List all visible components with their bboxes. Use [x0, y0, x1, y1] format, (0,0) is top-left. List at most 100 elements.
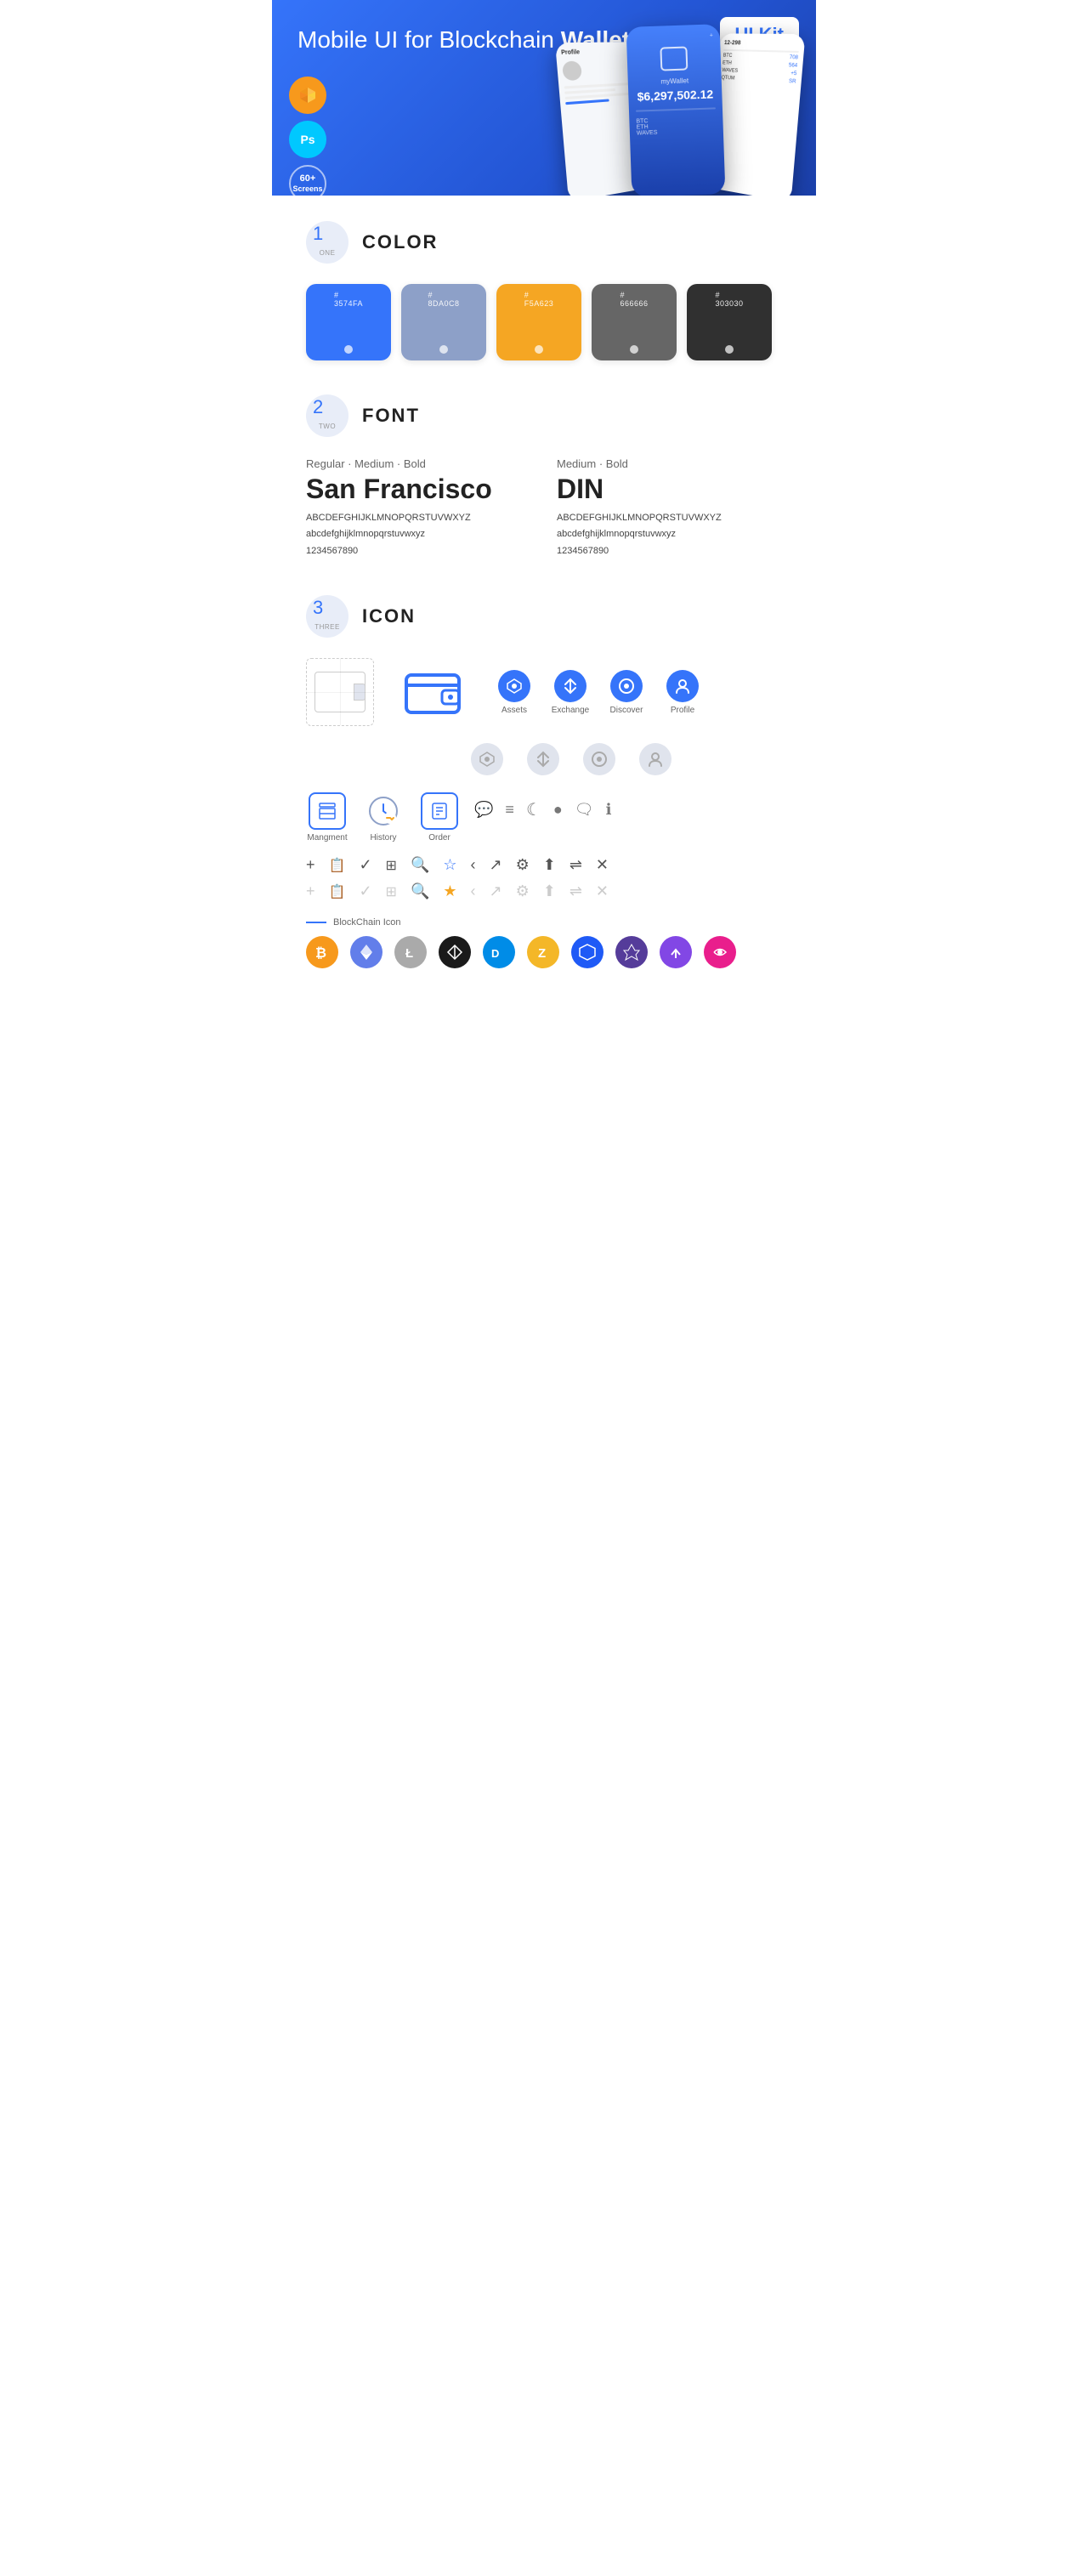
qr-icon: ⊞: [386, 857, 397, 874]
blockchain-line: [306, 922, 326, 923]
font-sf-name: San Francisco: [306, 474, 531, 505]
assets-icon-gray: [471, 743, 503, 775]
icon-discover: Discover: [605, 670, 648, 715]
swatch-dot: [725, 345, 734, 354]
settings-icon: ⚙: [516, 856, 530, 874]
svg-text:D: D: [491, 947, 499, 960]
swatch-hex: #3574FA: [334, 291, 363, 308]
svg-text:Ł: Ł: [405, 946, 413, 961]
icon-construction-row: Assets Exchange Discover: [306, 658, 782, 726]
ps-badge: Ps: [289, 121, 326, 158]
main-content: 1 ONE COLOR #3574FA #8DA0C8 #F5A: [272, 196, 816, 1028]
chat2-icon: 🗨: [575, 801, 594, 819]
section-number-word: TWO: [319, 423, 336, 430]
color-section: 1 ONE COLOR #3574FA #8DA0C8 #F5A: [306, 221, 782, 360]
section-number-1: 1 ONE: [306, 221, 348, 264]
close-icon-gray: ✕: [596, 882, 609, 900]
font-din-lower: abcdefghijklmnopqrstuvwxyz: [557, 528, 782, 541]
discover-icon: [610, 670, 643, 702]
star-icon-filled: ★: [443, 882, 456, 900]
phone-mockups: Profile + myWallet $6,297,502.12 BTC ETH…: [561, 26, 799, 196]
close-icon: ✕: [596, 856, 609, 874]
icon-assets: Assets: [493, 670, 536, 715]
order-label: Order: [428, 833, 450, 843]
screens-badge: 60+Screens: [289, 165, 326, 196]
circle-icon: ●: [553, 801, 563, 819]
unknown-crypto-icon: [704, 936, 736, 968]
color-section-title: COLOR: [362, 231, 438, 253]
augur-icon: [615, 936, 648, 968]
discover-icon-gray: [583, 743, 615, 775]
settings-icon-gray: ⚙: [516, 882, 530, 900]
wing-icon: [439, 936, 471, 968]
blockchain-label-text: BlockChain Icon: [333, 917, 401, 928]
svg-text:₿: ₿: [315, 945, 326, 961]
profile-icon: [666, 670, 699, 702]
matic-icon: [660, 936, 692, 968]
wallet-icon-sketch-outer: [306, 658, 374, 726]
font-din: Medium · Bold DIN ABCDEFGHIJKLMNOPQRSTUV…: [557, 457, 782, 561]
order-icon: [421, 792, 458, 830]
swatch-dark-gray: #666666: [592, 284, 677, 360]
share-icon: ↗: [490, 856, 502, 874]
gray-nav-icons: [306, 743, 782, 775]
svg-text:Z: Z: [538, 946, 546, 961]
font-din-style: Medium · Bold: [557, 457, 782, 470]
icon-profile: Profile: [661, 670, 704, 715]
swatch-black: #303030: [687, 284, 772, 360]
list-icon: 📋: [329, 857, 346, 874]
swatch-hex: #F5A623: [524, 291, 554, 308]
swatch-gray-blue: #8DA0C8: [401, 284, 486, 360]
tool-icons-row-gray: + 📋 ✓ ⊞ 🔍 ★ ‹ ↗ ⚙ ⬆ ⇌ ✕: [306, 882, 782, 900]
font-sf-style: Regular · Medium · Bold: [306, 457, 531, 470]
crypto-icons-row: ₿ Ł D Z: [306, 936, 782, 968]
chevron-left-icon-gray: ‹: [471, 882, 476, 900]
btc-icon: ₿: [306, 936, 338, 968]
font-grid: Regular · Medium · Bold San Francisco AB…: [306, 457, 782, 561]
icon-section: 3 THREE ICON: [306, 595, 782, 968]
font-section-title: FONT: [362, 405, 420, 427]
icon-order: Order: [418, 792, 461, 843]
wallet-icon-blue: [405, 668, 462, 716]
exchange-icon: [554, 670, 586, 702]
plus-icon-gray: +: [306, 882, 315, 900]
font-sf-lower: abcdefghijklmnopqrstuvwxyz: [306, 528, 531, 541]
section-number-word: THREE: [314, 623, 340, 631]
swatch-dot: [439, 345, 448, 354]
font-din-name: DIN: [557, 474, 782, 505]
chat-icon: 💬: [474, 801, 493, 819]
swatch-dot: [535, 345, 543, 354]
crescent-icon: ☾: [526, 799, 541, 820]
blockchain-label-row: BlockChain Icon: [306, 917, 782, 928]
icon-section-title: ICON: [362, 605, 416, 627]
check-icon-gray: ✓: [359, 882, 371, 900]
profile-icon-gray: [639, 743, 672, 775]
color-section-header: 1 ONE COLOR: [306, 221, 782, 264]
history-label: History: [370, 833, 396, 843]
font-section-header: 2 TWO FONT: [306, 394, 782, 437]
icon-mangment: Mangment: [306, 792, 348, 843]
icon-exchange-gray: [522, 743, 564, 775]
qr-icon-gray: ⊞: [386, 883, 397, 900]
ltc-icon: Ł: [394, 936, 427, 968]
assets-icon-label: Assets: [502, 706, 527, 715]
icon-history: History: [362, 792, 405, 843]
tool-icons-row-blue: + 📋 ✓ ⊞ 🔍 ☆ ‹ ↗ ⚙ ⬆ ⇌ ✕: [306, 856, 782, 874]
hero-badges: Ps 60+Screens: [289, 77, 326, 196]
eth-icon: [350, 936, 382, 968]
swatch-dot: [630, 345, 638, 354]
star-icon: ☆: [443, 856, 456, 874]
plus-icon: +: [306, 856, 315, 874]
assets-icon: [498, 670, 530, 702]
section-number-word: ONE: [320, 249, 336, 257]
swatch-dot: [344, 345, 353, 354]
swatch-orange: #F5A623: [496, 284, 581, 360]
swap-icon-gray: ⇌: [570, 882, 582, 900]
section-number-digit: 3: [313, 599, 323, 617]
check-icon: ✓: [359, 856, 371, 874]
history-icon: [365, 792, 402, 830]
upload-icon-gray: ⬆: [543, 882, 556, 900]
zec-icon: Z: [527, 936, 559, 968]
hero-title-normal: Mobile UI for Blockchain: [298, 26, 561, 53]
info-icon: ℹ: [606, 801, 612, 819]
